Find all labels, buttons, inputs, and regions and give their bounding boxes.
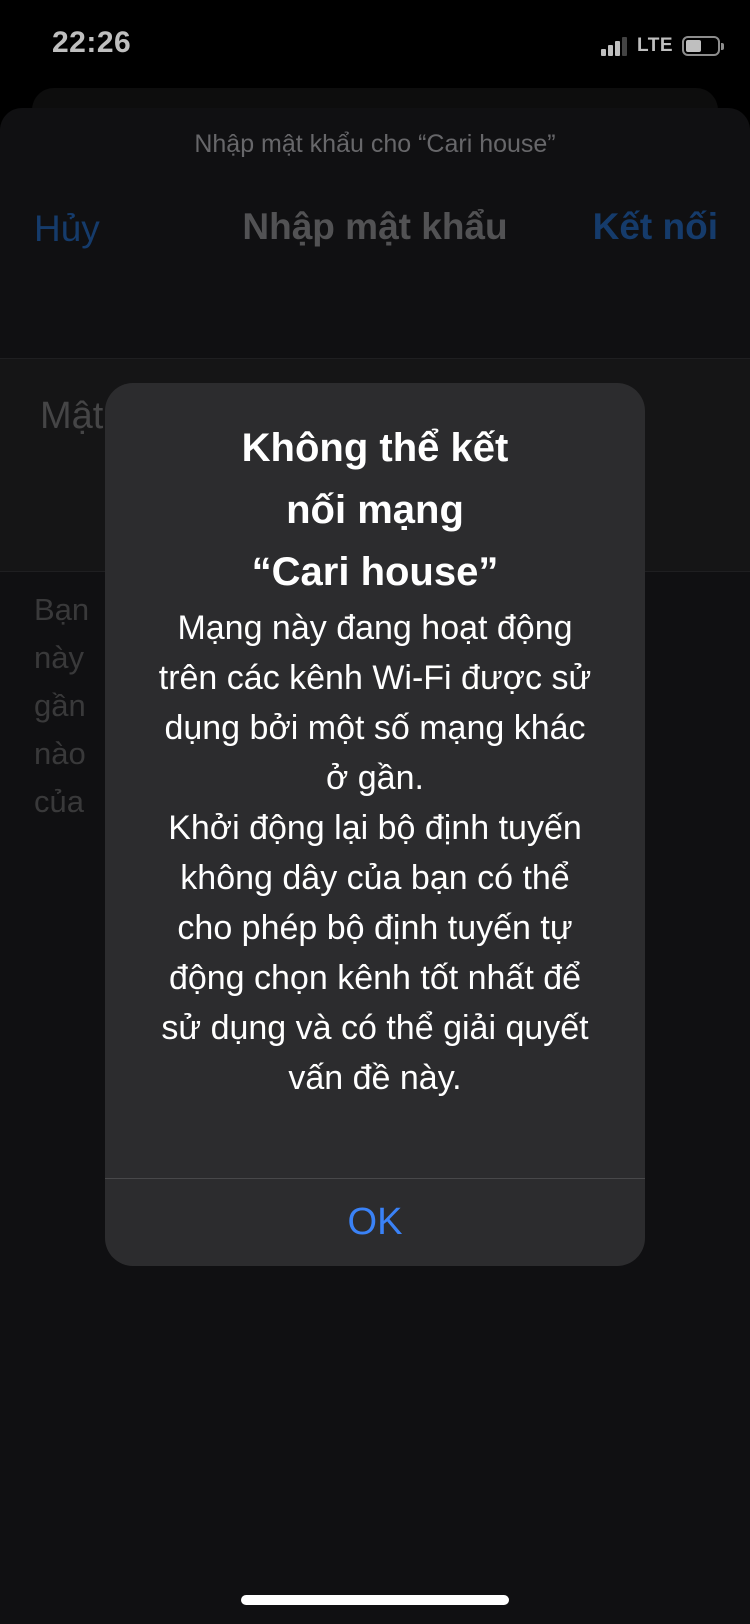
alert-message-line: ở gần. <box>326 759 424 797</box>
alert-message-line: trên các kênh Wi-Fi được sử <box>158 659 592 697</box>
screen: 22:26 LTE Nhập mật khẩu cho “Cari house”… <box>0 0 750 1624</box>
alert-body: Không thể kết nối mạng “Cari house” Mạng… <box>105 383 645 1178</box>
alert-title-line: nối mạng <box>286 488 464 532</box>
alert-title-line: Không thể kết <box>241 426 509 470</box>
alert-message-line: động chọn kênh tốt nhất để <box>168 959 582 997</box>
alert-message-line: cho phép bộ định tuyến tự <box>177 909 573 947</box>
alert-dialog: Không thể kết nối mạng “Cari house” Mạng… <box>105 383 645 1266</box>
alert-message-line: không dây của bạn có thể <box>180 859 570 897</box>
alert-title-line: “Cari house” <box>251 550 499 594</box>
ok-button[interactable]: OK <box>105 1179 645 1266</box>
alert-message-line: sử dụng và có thể giải quyết <box>161 1009 589 1047</box>
home-indicator[interactable] <box>241 1595 509 1605</box>
alert-message: Mạng này đang hoạt động trên các kênh Wi… <box>135 603 615 1103</box>
alert-message-line: Khởi động lại bộ định tuyến <box>168 809 582 847</box>
alert-message-line: vấn đề này. <box>288 1059 462 1097</box>
alert-message-line: dụng bởi một số mạng khác <box>164 709 586 747</box>
alert-message-line: Mạng này đang hoạt động <box>177 609 573 647</box>
alert-title: Không thể kết nối mạng “Cari house” <box>145 417 605 603</box>
